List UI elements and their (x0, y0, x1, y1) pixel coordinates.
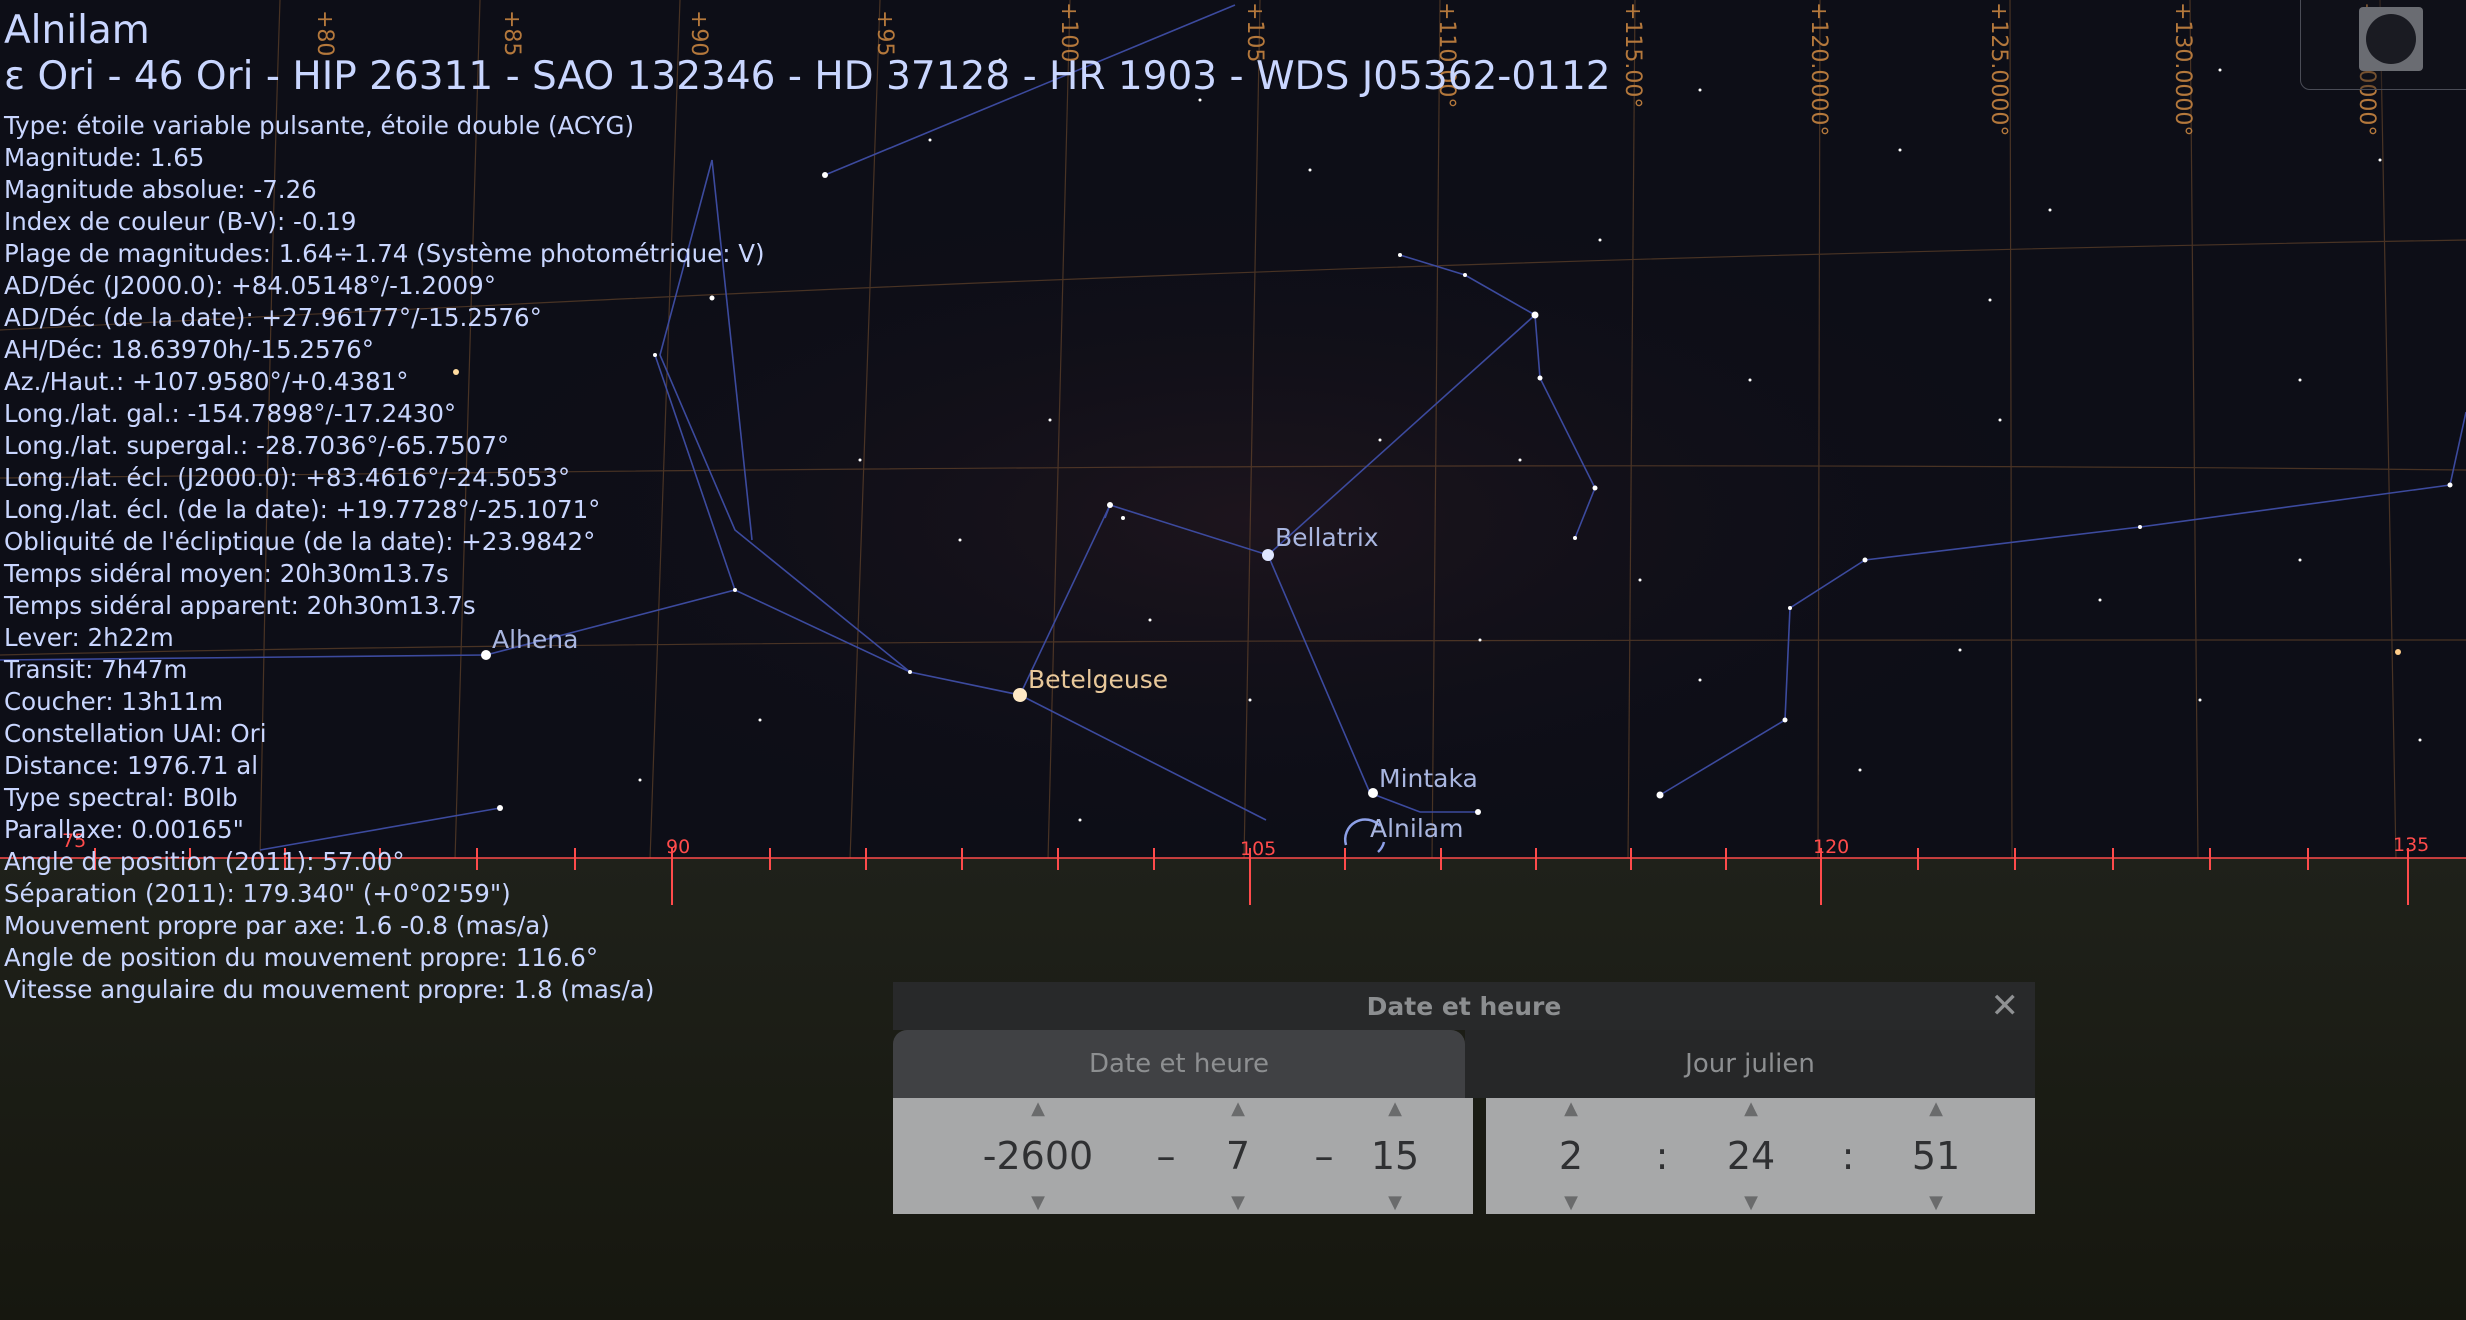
spin-down-icon[interactable]: ▼ (1706, 1194, 1796, 1212)
object-detail-line: Angle de position (2011): 57.00° (4, 847, 405, 876)
spin-down-icon[interactable]: ▼ (963, 1194, 1113, 1212)
object-detail-line: Obliquité de l'écliptique (de la date): … (4, 527, 596, 556)
object-detail-line: Magnitude: 1.65 (4, 143, 205, 172)
object-detail-line: Séparation (2011): 179.340" (+0°02'59") (4, 879, 511, 908)
spin-down-icon[interactable]: ▼ (1203, 1194, 1273, 1212)
grid-label: +120.0000° (1806, 2, 1831, 136)
date-separator: – (1156, 1134, 1176, 1178)
object-details: Type: étoile variable pulsante, étoile d… (4, 110, 1611, 1006)
object-detail-line: Long./lat. écl. (de la date): +19.7728°/… (4, 495, 601, 524)
object-detail-line: AD/Déc (J2000.0): +84.05148°/-1.2009° (4, 271, 496, 300)
day-spinbox[interactable]: ▲ 15 ▼ (1355, 1098, 1435, 1214)
spin-up-icon[interactable]: ▲ (1706, 1100, 1796, 1118)
object-detail-line: Temps sidéral apparent: 20h30m13.7s (4, 591, 476, 620)
object-detail-line: Constellation UAI: Ori (4, 719, 267, 748)
object-detail-line: Magnitude absolue: -7.26 (4, 175, 317, 204)
spin-up-icon[interactable]: ▲ (1203, 1100, 1273, 1118)
hour-value[interactable]: 2 (1531, 1132, 1611, 1180)
second-value[interactable]: 51 (1891, 1132, 1981, 1180)
day-value[interactable]: 15 (1355, 1132, 1435, 1180)
object-detail-line: Angle de position du mouvement propre: 1… (4, 943, 599, 972)
time-separator: : (1655, 1134, 1669, 1178)
object-detail-line: Type spectral: B0Ib (4, 783, 238, 812)
object-detail-line: AH/Déc: 18.63970h/-15.2576° (4, 335, 374, 364)
object-info-panel: Alnilam ε Ori - 46 Ori - HIP 26311 - SAO… (4, 8, 1611, 1006)
object-detail-line: Transit: 7h47m (4, 655, 188, 684)
object-detail-line: Coucher: 13h11m (4, 687, 224, 716)
hour-spinbox[interactable]: ▲ 2 ▼ (1531, 1098, 1611, 1214)
month-spinbox[interactable]: ▲ 7 ▼ (1203, 1098, 1273, 1214)
spin-down-icon[interactable]: ▼ (1891, 1194, 1981, 1212)
date-fields: ▲ -2600 ▼ – ▲ 7 ▼ – ▲ 15 ▼ (893, 1098, 1473, 1214)
dialog-title: Date et heure (893, 982, 2035, 1030)
spin-up-icon[interactable]: ▲ (1531, 1100, 1611, 1118)
object-detail-line: Distance: 1976.71 al (4, 751, 259, 780)
minute-spinbox[interactable]: ▲ 24 ▼ (1706, 1098, 1796, 1214)
object-detail-line: Long./lat. supergal.: -28.7036°/-65.7507… (4, 431, 510, 460)
grid-label: +130.0000° (2170, 2, 2195, 136)
object-detail-line: Plage de magnitudes: 1.64÷1.74 (Système … (4, 239, 765, 268)
grid-label: +125.0000° (1986, 2, 2011, 136)
object-detail-line: Temps sidéral moyen: 20h30m13.7s (4, 559, 449, 588)
spin-up-icon[interactable]: ▲ (963, 1100, 1113, 1118)
object-detail-line: Az./Haut.: +107.9580°/+0.4381° (4, 367, 409, 396)
object-designations: ε Ori - 46 Ori - HIP 26311 - SAO 132346 … (4, 54, 1611, 99)
grid-label: +115.00° (1620, 2, 1645, 108)
moon-icon[interactable] (2359, 7, 2423, 71)
spin-up-icon[interactable]: ▲ (1891, 1100, 1981, 1118)
time-separator: : (1841, 1134, 1855, 1178)
close-icon[interactable]: ✕ (1991, 988, 2020, 1024)
year-spinbox[interactable]: ▲ -2600 ▼ (963, 1098, 1113, 1214)
object-detail-line: Parallaxe: 0.00165" (4, 815, 244, 844)
object-name: Alnilam (4, 8, 150, 53)
date-separator: – (1314, 1134, 1334, 1178)
object-detail-line: AD/Déc (de la date): +27.96177°/-15.2576… (4, 303, 542, 332)
second-spinbox[interactable]: ▲ 51 ▼ (1891, 1098, 1981, 1214)
month-value[interactable]: 7 (1203, 1132, 1273, 1180)
top-right-button-frame[interactable] (2300, 0, 2466, 90)
date-time-dialog: Date et heure ✕ Date et heure Jour julie… (893, 982, 2035, 1232)
minute-value[interactable]: 24 (1706, 1132, 1796, 1180)
time-fields: ▲ 2 ▼ : ▲ 24 ▼ : ▲ 51 ▼ (1486, 1098, 2035, 1214)
object-detail-line: Long./lat. écl. (J2000.0): +83.4616°/-24… (4, 463, 571, 492)
object-detail-line: Long./lat. gal.: -154.7898°/-17.2430° (4, 399, 457, 428)
tab-date-time[interactable]: Date et heure (893, 1030, 1465, 1098)
object-detail-line: Mouvement propre par axe: 1.6 -0.8 (mas/… (4, 911, 550, 940)
year-value[interactable]: -2600 (963, 1132, 1113, 1180)
horizon-tick-label: 120 (1813, 836, 1850, 858)
spin-down-icon[interactable]: ▼ (1355, 1194, 1435, 1212)
horizon-tick-label: 135 (2393, 834, 2430, 856)
object-detail-line: Lever: 2h22m (4, 623, 174, 652)
spin-up-icon[interactable]: ▲ (1355, 1100, 1435, 1118)
object-detail-line: Type: étoile variable pulsante, étoile d… (4, 111, 635, 140)
spin-down-icon[interactable]: ▼ (1531, 1194, 1611, 1212)
tab-julian-day[interactable]: Jour julien (1465, 1030, 2035, 1098)
object-detail-line: Index de couleur (B-V): -0.19 (4, 207, 357, 236)
